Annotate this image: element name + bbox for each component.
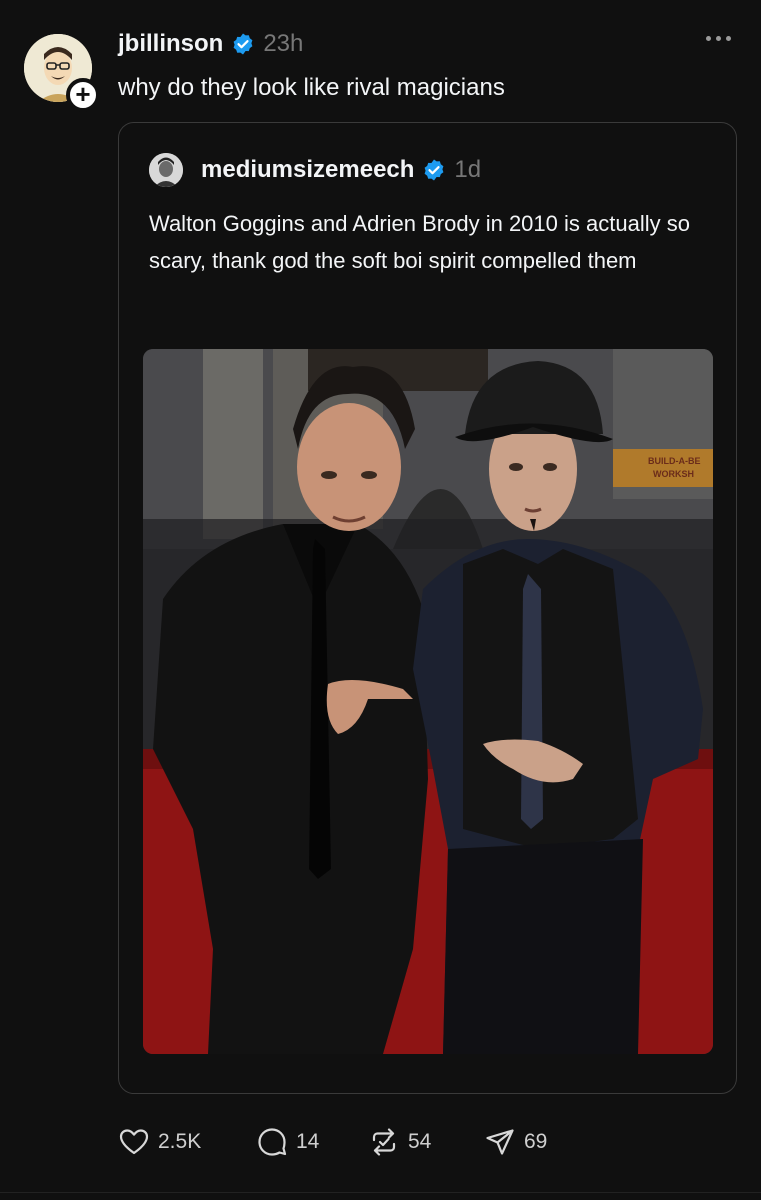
threads-post: + jbillinson 23h why do they look like r… (0, 0, 761, 1200)
more-horizontal-icon[interactable] (706, 36, 731, 41)
quoted-author-avatar[interactable] (149, 153, 183, 187)
post-text: why do they look like rival magicians (118, 74, 505, 101)
like-button[interactable]: 2.5K (118, 1122, 201, 1162)
quoted-author-username[interactable]: mediumsizemeech (201, 156, 414, 184)
share-button[interactable]: 69 (484, 1122, 547, 1162)
red-carpet-photo: BUILD-A-BE WORKSH (143, 349, 713, 1054)
quoted-post-timestamp[interactable]: 1d (454, 156, 481, 184)
heart-icon (119, 1129, 149, 1155)
comment-icon (258, 1128, 287, 1156)
verified-badge-icon (425, 159, 444, 181)
verified-badge-icon (233, 33, 253, 55)
post-header: jbillinson 23h (118, 30, 303, 58)
author-username[interactable]: jbillinson (118, 30, 223, 58)
quoted-post-header: mediumsizemeech 1d (201, 156, 481, 184)
quoted-post-card[interactable]: mediumsizemeech 1d Walton Goggins and Ad… (118, 122, 737, 1094)
plus-icon: + (75, 79, 91, 109)
repost-button[interactable]: 54 (368, 1122, 431, 1162)
follow-button[interactable]: + (66, 78, 100, 112)
reply-count: 14 (296, 1130, 320, 1153)
repost-icon (372, 1128, 396, 1156)
reply-button[interactable]: 14 (256, 1122, 319, 1162)
repost-count: 54 (408, 1130, 432, 1153)
like-count: 2.5K (158, 1130, 202, 1153)
poster-text: BUILD-A-BE (648, 456, 701, 466)
post-timestamp[interactable]: 23h (263, 30, 303, 58)
divider (0, 1192, 761, 1193)
send-icon (486, 1129, 514, 1155)
quoted-post-text: Walton Goggins and Adrien Brody in 2010 … (149, 211, 690, 273)
share-count: 69 (524, 1130, 548, 1153)
quoted-post-photo[interactable]: BUILD-A-BE WORKSH (143, 349, 713, 1054)
quoted-avatar-illustration (149, 153, 183, 187)
poster-text-2: WORKSH (653, 469, 694, 479)
